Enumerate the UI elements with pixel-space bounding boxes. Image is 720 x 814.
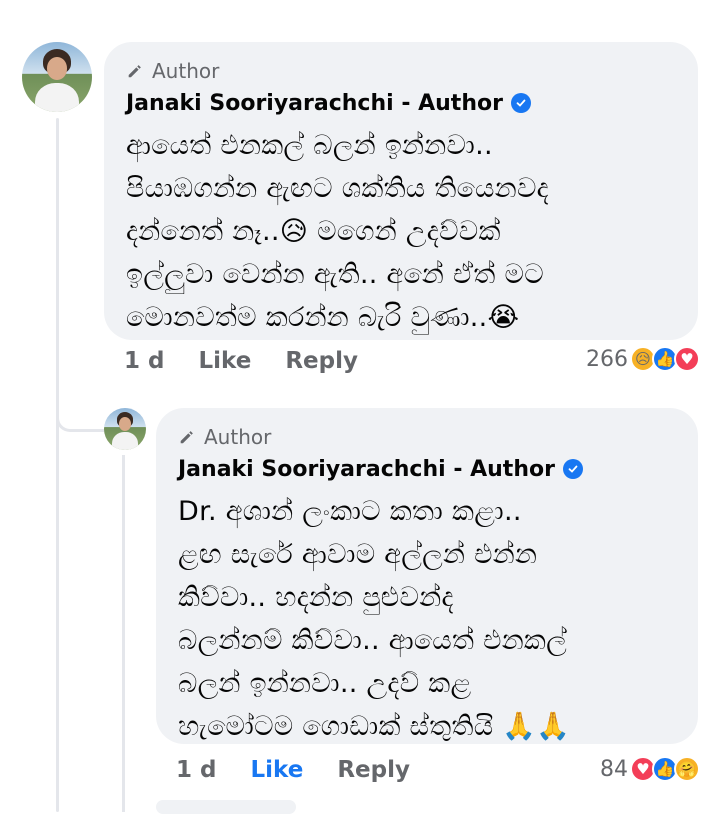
commenter-name[interactable]: Janaki Sooriyarachchi - Author <box>126 91 503 116</box>
reply-connector <box>56 395 107 432</box>
reaction-count: 84 <box>600 756 628 782</box>
care-reaction-icon: 🤗 <box>674 756 700 782</box>
timestamp[interactable]: 1 d <box>124 348 164 374</box>
thread-line <box>56 118 59 812</box>
author-badge: Author <box>126 58 676 84</box>
timestamp[interactable]: 1 d <box>176 757 216 783</box>
reply-bubble: Author Janaki Sooriyarachchi - Author Dr… <box>156 408 698 744</box>
verified-check-icon <box>510 93 531 113</box>
comment-bubble: Author Janaki Sooriyarachchi - Author ආය… <box>104 42 698 340</box>
comment-text: ආයෙත් එනකල් බලන් ඉන්නවා.. පියාඹගන්න ඇඟට … <box>126 130 549 333</box>
comment-text: Dr. අශාන් ලංකාට කතා කළා.. ළඟ සැරේ ආවාම අ… <box>178 496 571 742</box>
commenter-name[interactable]: Janaki Sooriyarachchi - Author <box>178 457 555 482</box>
like-button[interactable]: Like <box>250 757 303 783</box>
reply-button[interactable]: Reply <box>285 348 358 374</box>
reaction-count: 266 <box>586 346 628 372</box>
love-reaction-icon: ♥ <box>674 346 700 372</box>
avatar[interactable] <box>104 408 146 450</box>
verified-check-icon <box>562 459 583 479</box>
reply-thread-line <box>122 455 125 812</box>
reaction-summary[interactable]: 266 😥 👍 ♥ <box>586 346 700 372</box>
author-badge-label: Author <box>152 59 220 83</box>
author-badge-label: Author <box>204 425 272 449</box>
comment-actions: 1 d Like Reply <box>124 348 392 374</box>
comment-actions: 1 d Like Reply <box>176 757 444 783</box>
reaction-summary[interactable]: 84 ♥ 👍 🤗 <box>600 756 700 782</box>
pencil-icon <box>180 431 193 444</box>
pencil-icon <box>128 65 141 78</box>
avatar[interactable] <box>22 42 92 112</box>
author-badge: Author <box>178 424 676 450</box>
like-button[interactable]: Like <box>198 348 251 374</box>
reply-button[interactable]: Reply <box>337 757 410 783</box>
